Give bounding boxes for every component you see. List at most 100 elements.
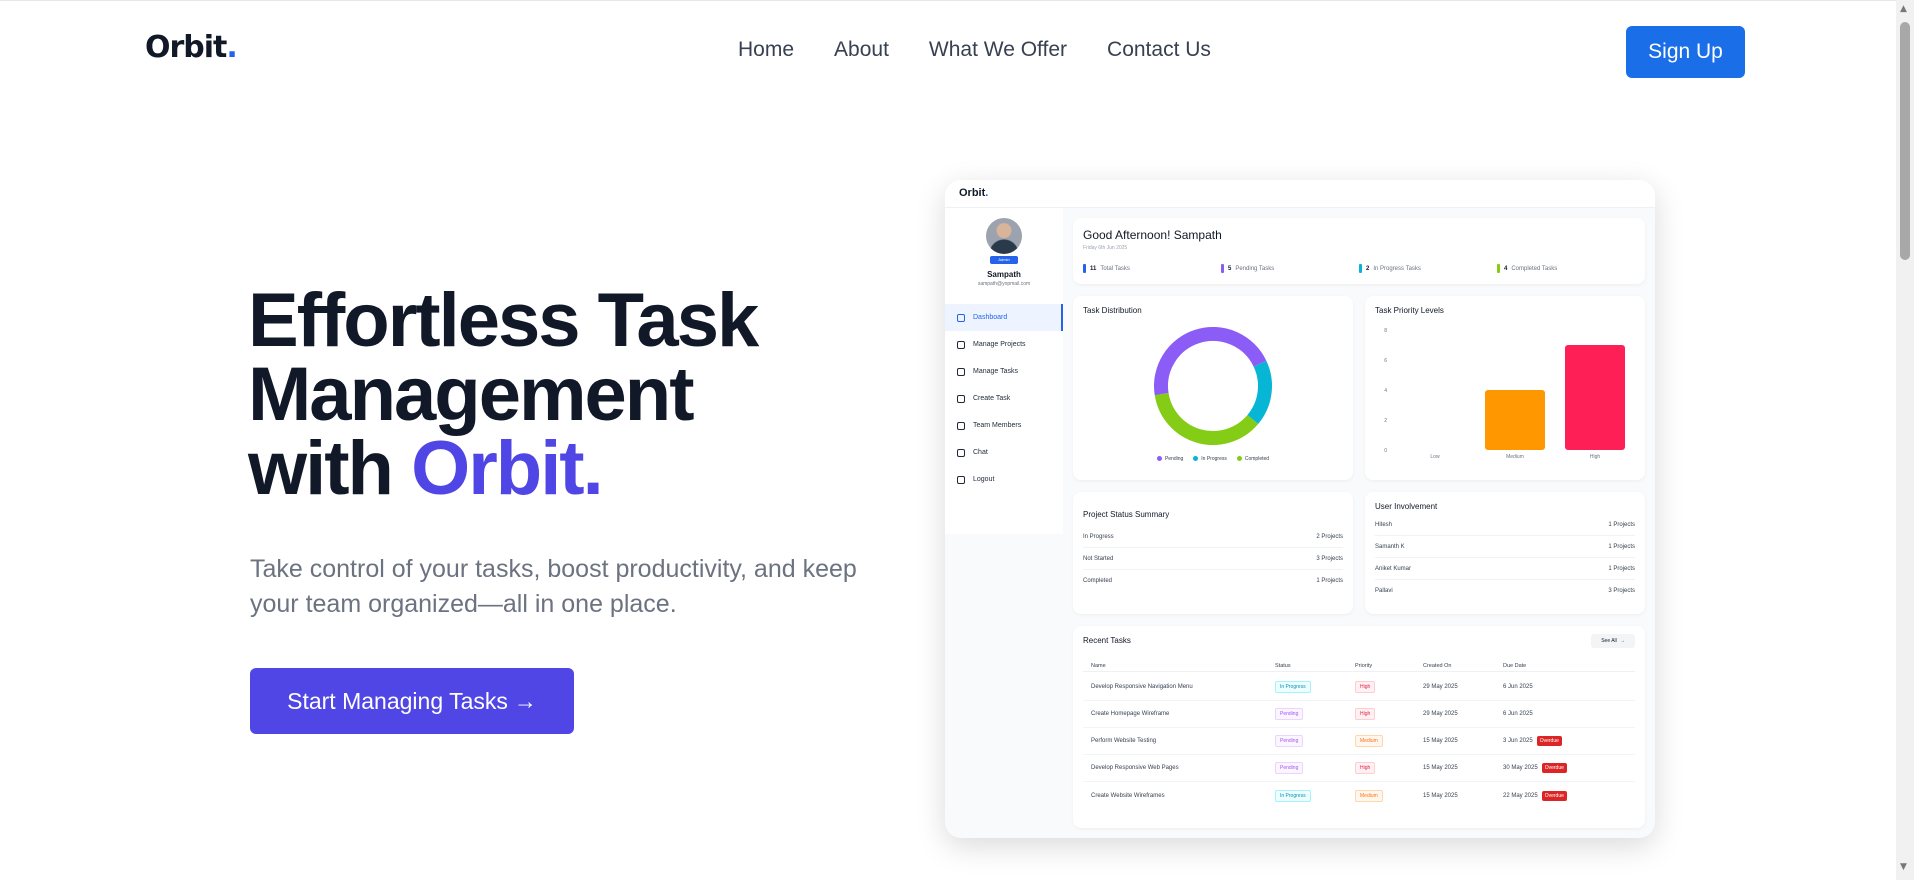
user-involvement-title: User Involvement — [1375, 502, 1438, 511]
start-managing-tasks-button[interactable]: Start Managing Tasks → — [250, 668, 574, 734]
logo[interactable]: Orbit. — [145, 30, 238, 65]
hero-title-line1: Effortless Task — [248, 278, 759, 363]
table-row[interactable]: Create Homepage Wireframe Pending High 2… — [1083, 701, 1635, 728]
stat-total: 11 Total Tasks — [1083, 264, 1221, 273]
hero-title: Effortless Task Management with Orbit. — [248, 278, 759, 507]
priority-badge: High — [1355, 762, 1376, 774]
scrollbar-thumb[interactable] — [1900, 22, 1910, 260]
stat-label: In Progress Tasks — [1373, 265, 1421, 272]
preview-sidebar: Admin Sampath sampath@yopmail.com Dashbo… — [945, 208, 1063, 534]
task-name: Perform Website Testing — [1091, 738, 1157, 744]
table-row[interactable]: Develop Responsive Navigation Menu In Pr… — [1083, 674, 1635, 701]
legend-swatch — [1156, 456, 1162, 462]
nav-what-we-offer[interactable]: What We Offer — [929, 38, 1067, 62]
greeting-text: Good Afternoon! Sampath — [1083, 228, 1222, 242]
hero-title-line3: with Orbit. — [248, 431, 757, 507]
legend-label: Completed — [1244, 456, 1270, 462]
x-tick-label: Low — [1430, 454, 1440, 460]
bar-medium — [1485, 390, 1545, 450]
stat-label: Pending Tasks — [1235, 265, 1275, 272]
status-badge: Pending — [1275, 708, 1304, 720]
greeting-card: Good Afternoon! Sampath Friday 6th Jun 2… — [1073, 218, 1645, 284]
row-label: Aniket Kumar — [1375, 565, 1412, 572]
scroll-up-icon[interactable]: ▲ — [1900, 4, 1907, 14]
sidebar-item-logout[interactable]: Logout — [945, 466, 1063, 493]
stat-bar — [1497, 264, 1500, 273]
sidebar-item-label: Create Task — [973, 395, 1011, 402]
hero-title-accent: Orbit. — [411, 426, 604, 511]
sidebar-item-team-members[interactable]: Team Members — [945, 412, 1063, 439]
table-row[interactable]: Perform Website Testing Pending Medium 1… — [1083, 728, 1635, 755]
clipboard-icon — [957, 367, 965, 376]
overdue-badge: Overdue — [1541, 790, 1567, 801]
table-row[interactable]: Develop Responsive Web Pages Pending Hig… — [1083, 755, 1635, 782]
users-icon — [957, 421, 965, 430]
col-name: Name — [1091, 662, 1106, 669]
stat-bar — [1221, 264, 1224, 273]
preview-logo-text: Orbit — [959, 187, 986, 199]
sidebar-item-label: Dashboard — [973, 314, 1008, 321]
user-email: sampath@yopmail.com — [977, 281, 1031, 287]
sidebar-item-manage-tasks[interactable]: Manage Tasks — [945, 358, 1063, 385]
stat-count: 11 — [1090, 265, 1097, 272]
scroll-down-icon[interactable]: ▼ — [1900, 862, 1907, 872]
nav-about[interactable]: About — [834, 38, 889, 62]
table-header: Name Status Priority Created On Due Date — [1083, 660, 1635, 672]
nav-home[interactable]: Home — [738, 38, 794, 62]
user-involvement-card: User Involvement Hitesh 1 Projects Samant… — [1365, 492, 1645, 614]
sidebar-item-dashboard[interactable]: Dashboard — [945, 304, 1063, 331]
project-status-row: In Progress 2 Projects — [1083, 526, 1343, 548]
legend-swatch — [1193, 456, 1199, 462]
task-created: 15 May 2025 — [1423, 738, 1458, 744]
sidebar-item-label: Manage Tasks — [973, 368, 1019, 375]
row-label: In Progress — [1083, 533, 1114, 540]
priority-badge: High — [1355, 681, 1376, 693]
legend-swatch — [1236, 456, 1242, 462]
row-value: 2 Projects — [1316, 533, 1343, 540]
sign-up-button[interactable]: Sign Up — [1626, 26, 1745, 78]
hero-title-prefix: with — [248, 426, 412, 511]
recent-tasks-card: Recent Tasks See All → Name Status Priori… — [1073, 626, 1645, 828]
sidebar-item-manage-projects[interactable]: Manage Projects — [945, 331, 1063, 358]
involvement-row: Aniket Kumar 1 Projects — [1375, 558, 1635, 580]
legend-pending: Pending — [1156, 456, 1183, 462]
plus-square-icon — [957, 394, 965, 403]
status-badge: In Progress — [1275, 789, 1311, 802]
donut-slice-in-progress — [1247, 360, 1272, 424]
row-value: 1 Projects — [1608, 543, 1635, 550]
col-priority: Priority — [1355, 662, 1373, 669]
y-tick-label: 2 — [1384, 418, 1387, 424]
donut-slice-pending — [1154, 327, 1267, 396]
task-name: Develop Responsive Web Pages — [1091, 765, 1179, 771]
y-tick-label: 6 — [1384, 358, 1387, 364]
y-tick-label: 0 — [1384, 448, 1387, 454]
sidebar-item-label: Chat — [973, 449, 988, 456]
x-tick-label: Medium — [1506, 454, 1524, 460]
col-due-date: Due Date — [1503, 662, 1527, 669]
bar-high — [1565, 345, 1625, 450]
folder-icon — [957, 340, 965, 349]
arrow-right-icon: → — [1619, 638, 1625, 644]
priority-bar-chart: 0 2 4 6 8 Low Medium High — [1384, 328, 1625, 460]
donut-chart — [1154, 327, 1272, 445]
top-border — [0, 0, 1896, 1]
user-name: Sampath — [987, 270, 1021, 279]
stat-label: Completed Tasks — [1511, 265, 1558, 272]
stat-completed: 4 Completed Tasks — [1497, 264, 1635, 273]
see-all-button[interactable]: See All → — [1591, 634, 1635, 648]
table-row[interactable]: Create Website Wireframes In Progress Me… — [1083, 782, 1635, 809]
task-distribution-card: Task Distribution Pending In Progress Co… — [1073, 296, 1353, 480]
stat-in-progress: 2 In Progress Tasks — [1359, 264, 1497, 273]
grid-icon — [957, 313, 965, 322]
nav-contact-us[interactable]: Contact Us — [1107, 38, 1211, 62]
priority-badge: Medium — [1355, 735, 1383, 747]
role-badge: Admin — [990, 256, 1018, 264]
logo-dot: . — [226, 30, 237, 65]
y-tick-label: 4 — [1384, 388, 1387, 394]
task-name: Create Homepage Wireframe — [1091, 711, 1170, 717]
sidebar-item-chat[interactable]: Chat — [945, 439, 1063, 466]
legend-in-progress: In Progress — [1193, 456, 1227, 462]
main-nav: Home About What We Offer Contact Us — [738, 38, 1211, 62]
status-badge: Pending — [1275, 762, 1304, 774]
sidebar-item-create-task[interactable]: Create Task — [945, 385, 1063, 412]
